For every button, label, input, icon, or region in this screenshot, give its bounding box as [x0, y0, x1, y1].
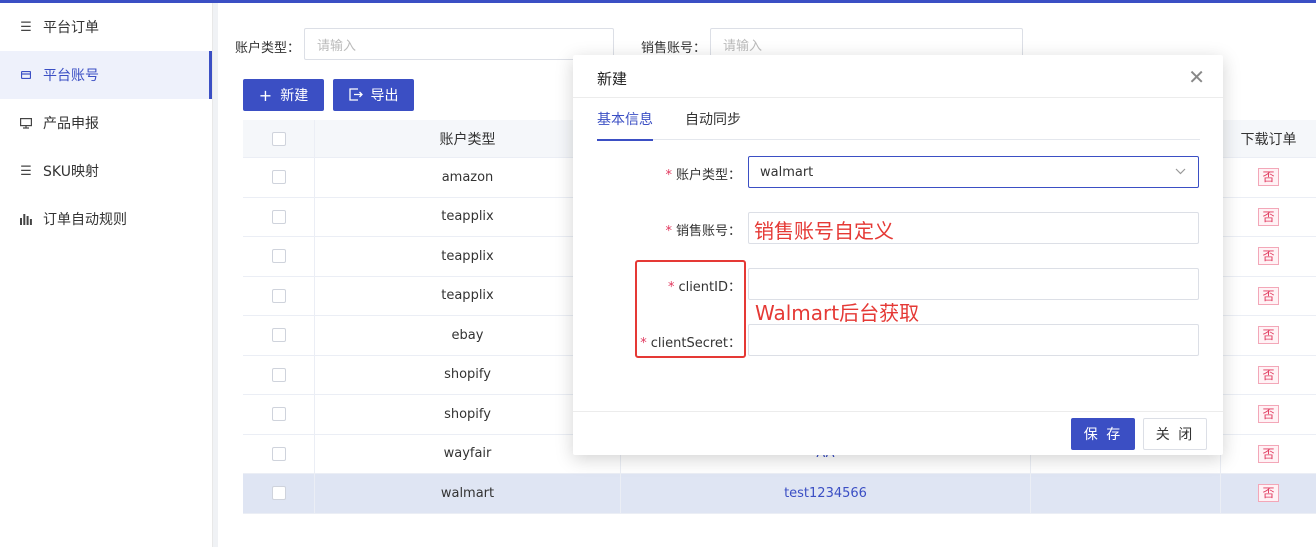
account-type-select[interactable]: walmart	[748, 156, 1199, 188]
dialog-title: 新建	[597, 70, 628, 88]
sidebar-item-label: 平台账号	[43, 68, 99, 84]
sales-account-filter-label: 销售账号：	[641, 41, 707, 56]
monitor-icon	[19, 117, 33, 129]
annotation-highlight-box	[635, 260, 746, 358]
required-mark: *	[665, 224, 672, 239]
annotation-walmart-hint: Walmart后台获取	[755, 301, 920, 325]
download-status-badge: 否	[1258, 326, 1279, 345]
account-type-filter-label: 账户类型：	[235, 41, 301, 56]
download-status-badge: 否	[1258, 484, 1279, 503]
export-button[interactable]: 导出	[333, 79, 414, 111]
save-button[interactable]: 保 存	[1071, 418, 1135, 450]
row-middle	[1031, 474, 1221, 513]
annotation-sales-account-hint: 销售账号自定义	[754, 219, 894, 243]
row-checkbox[interactable]	[271, 170, 286, 185]
row-checkbox[interactable]	[271, 367, 286, 382]
row-checkbox[interactable]	[271, 249, 286, 264]
select-all-checkbox[interactable]	[271, 131, 286, 146]
download-status-badge: 否	[1258, 168, 1279, 187]
export-icon	[348, 86, 363, 105]
row-checkbox[interactable]	[271, 446, 286, 461]
required-mark: *	[665, 168, 672, 183]
sidebar-item-label: SKU映射	[43, 164, 99, 180]
header-download-orders: 下载订单	[1240, 131, 1297, 148]
download-status-badge: 否	[1258, 247, 1279, 266]
new-button-label: 新建	[280, 88, 309, 104]
sidebar-item-label: 订单自动规则	[43, 212, 127, 228]
download-status-badge: 否	[1258, 405, 1279, 424]
bars-icon	[19, 213, 33, 225]
export-button-label: 导出	[370, 88, 399, 104]
close-icon[interactable]: ✕	[1188, 65, 1205, 89]
sidebar-item-label: 产品申报	[43, 116, 99, 132]
client-id-input[interactable]	[748, 268, 1199, 300]
sidebar: ☰ 平台订单 平台账号 产品申报 ☰ SKU映射 订单自动规则	[0, 3, 213, 547]
sidebar-item-sku-mapping[interactable]: ☰ SKU映射	[0, 147, 212, 195]
download-status-badge: 否	[1258, 365, 1279, 384]
close-button[interactable]: 关 闭	[1143, 418, 1207, 450]
client-secret-input[interactable]	[748, 324, 1199, 356]
sidebar-item-product-declaration[interactable]: 产品申报	[0, 99, 212, 147]
plus-icon: +	[258, 85, 273, 105]
account-type-filter-input[interactable]: 请输入	[304, 28, 614, 60]
card-icon	[19, 71, 33, 79]
download-status-badge: 否	[1258, 286, 1279, 305]
sidebar-item-platform-accounts[interactable]: 平台账号	[0, 51, 212, 99]
account-type-value: walmart	[760, 164, 814, 180]
download-status-badge: 否	[1258, 207, 1279, 226]
tab-basic-info[interactable]: 基本信息	[597, 109, 653, 141]
new-account-dialog: 新建 ✕ 基本信息 自动同步 * 账户类型： walmart * 销售账号： 销售账…	[573, 55, 1223, 455]
sidebar-item-order-rules[interactable]: 订单自动规则	[0, 195, 212, 243]
tab-auto-sync[interactable]: 自动同步	[685, 109, 741, 140]
row-checkbox[interactable]	[271, 407, 286, 422]
row-sales-account[interactable]: test1234566	[621, 474, 1031, 513]
dialog-tabs: 基本信息 自动同步	[597, 109, 1200, 141]
dialog-header-divider	[573, 97, 1223, 98]
chevron-down-icon	[1175, 165, 1186, 178]
list-icon: ☰	[20, 19, 32, 35]
download-status-badge: 否	[1258, 444, 1279, 463]
new-button[interactable]: + 新建	[243, 79, 324, 111]
row-account-type: walmart	[315, 474, 621, 513]
table-row-selected[interactable]: walmart test1234566 否	[243, 474, 1316, 514]
sales-account-label: * 销售账号：	[665, 224, 741, 239]
header-checkbox-cell	[243, 120, 315, 157]
row-checkbox[interactable]	[271, 486, 286, 501]
account-type-label: * 账户类型：	[665, 168, 741, 183]
sidebar-item-label: 平台订单	[43, 20, 99, 36]
row-checkbox[interactable]	[271, 288, 286, 303]
dialog-footer-divider	[573, 411, 1223, 412]
row-checkbox[interactable]	[271, 328, 286, 343]
list-icon: ☰	[20, 163, 32, 179]
sidebar-item-platform-orders[interactable]: ☰ 平台订单	[0, 3, 212, 51]
row-checkbox[interactable]	[271, 209, 286, 224]
